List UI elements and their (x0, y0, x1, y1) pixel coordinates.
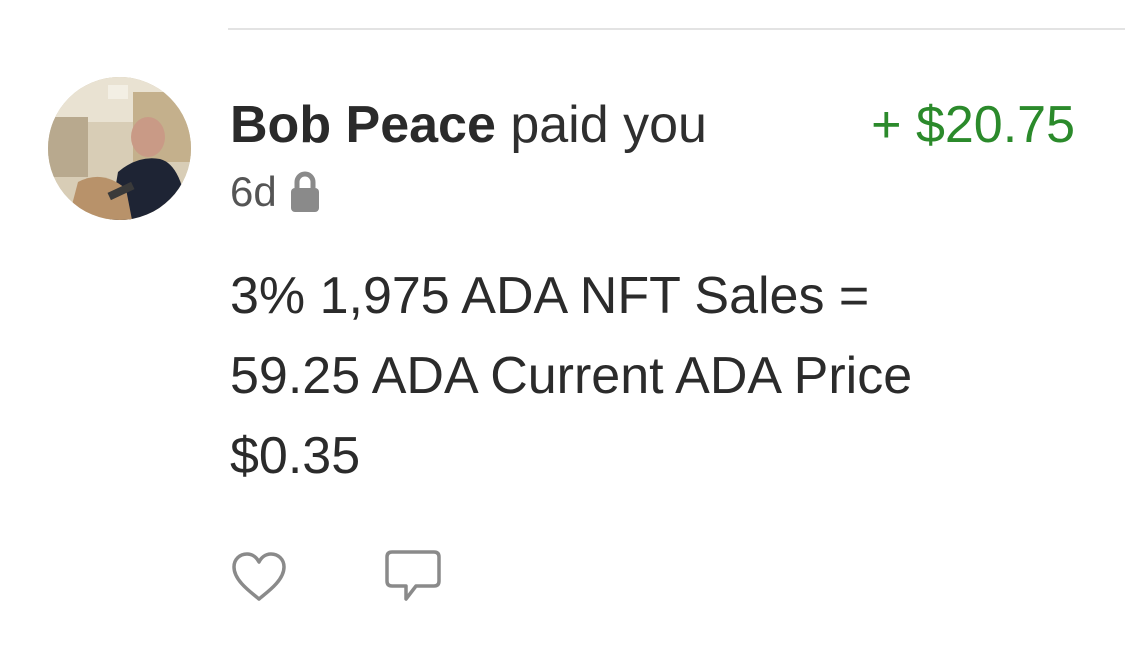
payment-note: 3% 1,975 ADA NFT Sales = 59.25 ADA Curre… (230, 256, 1090, 496)
like-button[interactable] (230, 548, 288, 606)
actor-name[interactable]: Bob Peace (230, 96, 496, 154)
story-meta: 6d (230, 165, 321, 219)
story-actions (230, 548, 442, 606)
payment-amount: + $20.75 (871, 96, 1075, 154)
heart-outline-icon (232, 552, 286, 601)
avatar[interactable] (48, 77, 191, 220)
note-line: $0.35 (230, 427, 361, 485)
payment-story: Bob Peace paid you + $20.75 6d 3% 1,975 … (0, 0, 1125, 647)
comment-button[interactable] (384, 548, 442, 606)
story-title: Bob Peace paid you (230, 95, 707, 155)
note-line: 3% 1,975 ADA NFT Sales = (230, 267, 870, 325)
lock-icon (289, 171, 321, 213)
note-line: 59.25 ADA Current ADA Price (230, 347, 913, 405)
speech-bubble-icon (385, 550, 441, 601)
divider (228, 28, 1125, 30)
avatar-photo (48, 77, 191, 220)
time-ago: 6d (230, 168, 277, 215)
action-text: paid you (510, 96, 707, 154)
